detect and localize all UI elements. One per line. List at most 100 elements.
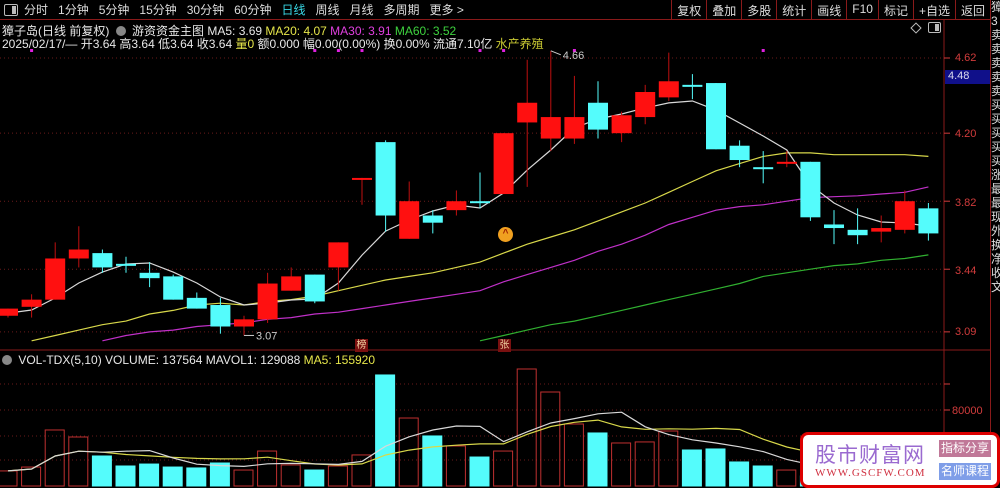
volume-bar (280, 464, 301, 487)
tab-period[interactable]: 多周期 (384, 3, 420, 17)
high-label: 4.66 (563, 50, 584, 62)
kline-chart[interactable]: 4.66 3.07 (0, 0, 990, 488)
volume-bar (422, 435, 443, 487)
tab-period[interactable]: 分时 (24, 3, 48, 17)
quote-ohlc: 2025/02/17/— 开3.64 高3.64 低3.64 收3.64 (2, 37, 233, 51)
price-label: 3.44 (955, 265, 977, 277)
right-panel-label: 最 (991, 196, 1000, 210)
tool-button[interactable]: 画线 (811, 0, 846, 20)
right-panel-label: 买 (991, 126, 1000, 140)
right-panel-label: 现 (991, 210, 1000, 224)
candle-up (234, 319, 254, 327)
volume-bar (209, 462, 230, 487)
right-panel-label: 买 (991, 98, 1000, 112)
volume-bar (729, 461, 750, 487)
volume-bar (139, 463, 160, 487)
tab-period[interactable]: 15分钟 (139, 3, 176, 17)
candle-up (257, 283, 278, 320)
volume-bar (162, 466, 183, 487)
volume-value: VOLUME: 137564 (105, 353, 203, 367)
tool-button[interactable]: 叠加 (706, 0, 741, 20)
current-price-tag: 4.48 (945, 70, 990, 84)
dropdown-circle-icon[interactable] (2, 355, 12, 365)
right-panel-label: 换 (991, 238, 1000, 252)
candle-down (682, 84, 703, 87)
panel-toggle-icon[interactable] (928, 22, 941, 33)
volume-indicator-name[interactable]: VOL-TDX(5,10) (18, 353, 101, 367)
watermark-url: WWW.GSCFW.COM (815, 467, 926, 479)
tool-button[interactable]: 返回 (954, 0, 990, 20)
tab-period[interactable]: 周线 (315, 3, 339, 17)
tool-button[interactable]: 标记 (877, 0, 913, 20)
volume-bar (681, 449, 702, 487)
right-panel-label: 最 (991, 182, 1000, 196)
volume-bar (68, 436, 89, 487)
mavol10-line (7, 419, 929, 472)
low-label: 3.07 (256, 330, 277, 342)
diamond-icon[interactable] (910, 21, 922, 34)
watermark-badge: 名师课程 (939, 463, 991, 480)
tool-button[interactable]: 统计 (776, 0, 811, 20)
candle-up (658, 81, 679, 98)
volume-bar (304, 469, 325, 487)
right-quote-panel: 獐3卖卖卖卖卖买买买买买涨最最现外换净收文 (990, 0, 1000, 488)
period-toolbar: 分时 1分钟 5分钟 15分钟 30分钟 60分钟 日线 周线 月线 多周期 更多 > 复权 叠加 多股… (0, 0, 990, 20)
candle-up (564, 117, 585, 139)
tool-button[interactable]: F10 (846, 0, 878, 20)
watermark-badge: 指标分享 (939, 440, 991, 457)
mavol1-value: MAVOL1: 129088 (205, 353, 301, 367)
volume-bar (257, 450, 278, 487)
candle-up (352, 177, 372, 180)
candle-down (210, 305, 231, 327)
tab-period[interactable]: 日线 (281, 3, 305, 17)
volume-bar (493, 450, 514, 487)
volume-label: 80000 (952, 405, 983, 417)
signal-up-icon[interactable]: ^ (498, 227, 513, 242)
volume-bar (634, 441, 655, 487)
tab-period[interactable]: 30分钟 (187, 3, 224, 17)
candle-up (399, 201, 420, 239)
tool-button[interactable]: 多股 (741, 0, 776, 20)
candle-down (422, 215, 443, 223)
volume-bar (233, 469, 254, 487)
right-panel-label: 卖 (991, 28, 1000, 42)
quote-volume: 量0 (235, 37, 255, 51)
candle-down (470, 201, 490, 204)
ma60-line (479, 254, 929, 342)
high-arrow (550, 50, 561, 56)
candle-up (446, 201, 467, 211)
marker-zhang[interactable]: 张 (498, 339, 511, 352)
candle-down (163, 276, 184, 300)
tab-period[interactable]: 更多 > (430, 3, 464, 17)
candle-up (894, 201, 915, 230)
tab-period[interactable]: 5分钟 (99, 3, 130, 17)
right-panel-label: 卖 (991, 84, 1000, 98)
candle-down (918, 208, 939, 234)
candle-down (375, 142, 396, 216)
tool-button[interactable]: +自选 (912, 0, 955, 20)
tool-buttons: 复权 叠加 多股 统计 画线 F10 标记 +自选 返回 (671, 0, 990, 20)
tab-period[interactable]: 60分钟 (234, 3, 271, 17)
volume-bar (705, 448, 726, 487)
tab-period[interactable]: 1分钟 (58, 3, 89, 17)
signal-dot (761, 49, 765, 52)
volume-bar (587, 432, 608, 487)
watermark-title: 股市财富网 (815, 444, 925, 467)
right-panel-label: 3 (991, 14, 998, 28)
volume-bar (115, 465, 136, 487)
tool-button[interactable]: 复权 (671, 0, 706, 20)
volume-bar (375, 374, 396, 487)
tab-period[interactable]: 月线 (350, 3, 374, 17)
layout-toggle-icon[interactable] (4, 3, 18, 16)
right-panel-label: 卖 (991, 56, 1000, 70)
volume-bar (186, 467, 207, 487)
watermark: 股市财富网 WWW.GSCFW.COM 指标分享 名师课程 (800, 432, 1000, 488)
marker-bang[interactable]: 榜 (355, 339, 368, 352)
quote-line: 2025/02/17/— 开3.64 高3.64 低3.64 收3.64 量0 … (2, 35, 544, 52)
right-panel-label: 文 (991, 280, 1000, 294)
volume-bar (563, 423, 584, 487)
volume-bar (776, 469, 797, 487)
industry-label[interactable]: 水产养殖 (496, 37, 544, 51)
candle-up (517, 102, 538, 123)
volume-bar (540, 391, 561, 487)
